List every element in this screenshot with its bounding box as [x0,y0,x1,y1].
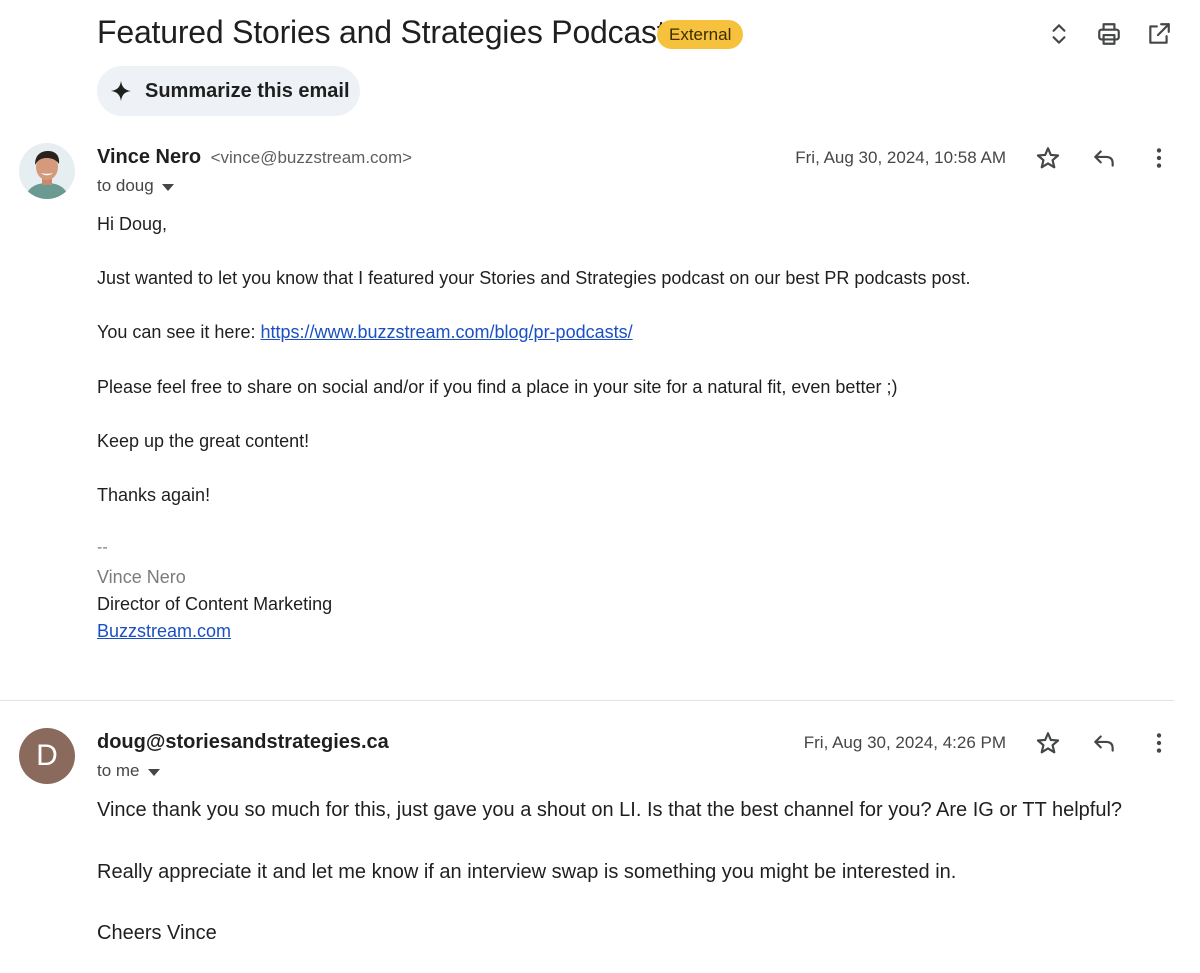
avatar[interactable] [19,143,75,199]
sender-email: <vince@buzzstream.com> [210,148,413,167]
more-options-icon[interactable] [1141,140,1177,176]
print-icon[interactable] [1091,16,1127,52]
message-paragraph: Thanks again! [97,485,211,505]
open-in-new-window-icon[interactable] [1141,16,1177,52]
message-divider [0,700,1174,701]
message-date: Fri, Aug 30, 2024, 10:58 AM [795,148,1006,167]
star-icon[interactable] [1030,140,1066,176]
signature-website-link[interactable]: Buzzstream.com [97,621,231,642]
summarize-label: Summarize this email [145,79,350,102]
signature-name: Vince Nero [97,567,186,587]
email-subject: Featured Stories and Strategies Podcast [97,14,666,50]
avatar[interactable]: D [19,728,75,784]
external-badge: External [657,20,744,49]
message-paragraph: Please feel free to share on social and/… [97,377,898,397]
message-paragraph: Vince thank you so much for this, just g… [97,799,1123,821]
message-greeting: Hi Doug, [97,214,168,234]
more-options-icon[interactable] [1141,725,1177,761]
summarize-email-button[interactable]: Summarize this email [97,66,360,116]
message-paragraph: You can see it here: https://www.buzzstr… [97,322,633,343]
reply-icon[interactable] [1086,140,1122,176]
recipients-label: to me [97,761,140,780]
reply-icon[interactable] [1086,725,1122,761]
star-icon[interactable] [1030,725,1066,761]
sparkle-icon [110,80,132,102]
expand-collapse-icon[interactable] [1041,16,1077,52]
message-paragraph: Just wanted to let you know that I featu… [97,268,971,288]
recipients-dropdown[interactable]: to doug [97,176,174,196]
recipients-label: to doug [97,176,154,195]
blog-post-link[interactable]: https://www.buzzstream.com/blog/pr-podca… [260,322,632,342]
message-paragraph: Really appreciate it and let me know if … [97,861,957,883]
message-paragraph: Cheers Vince [97,922,217,944]
caret-down-icon [147,768,160,776]
message-paragraph: Keep up the great content! [97,431,310,451]
recipients-dropdown[interactable]: to me [97,761,160,781]
message-date: Fri, Aug 30, 2024, 4:26 PM [803,733,1006,752]
signature-title: Director of Content Marketing [97,594,333,614]
caret-down-icon [161,183,174,191]
link-intro-text: You can see it here: [97,322,261,342]
sender-name[interactable]: Vince Nero [97,146,201,168]
signature-separator: -- [97,539,108,556]
sender-name[interactable]: doug@storiesandstrategies.ca [97,731,389,754]
